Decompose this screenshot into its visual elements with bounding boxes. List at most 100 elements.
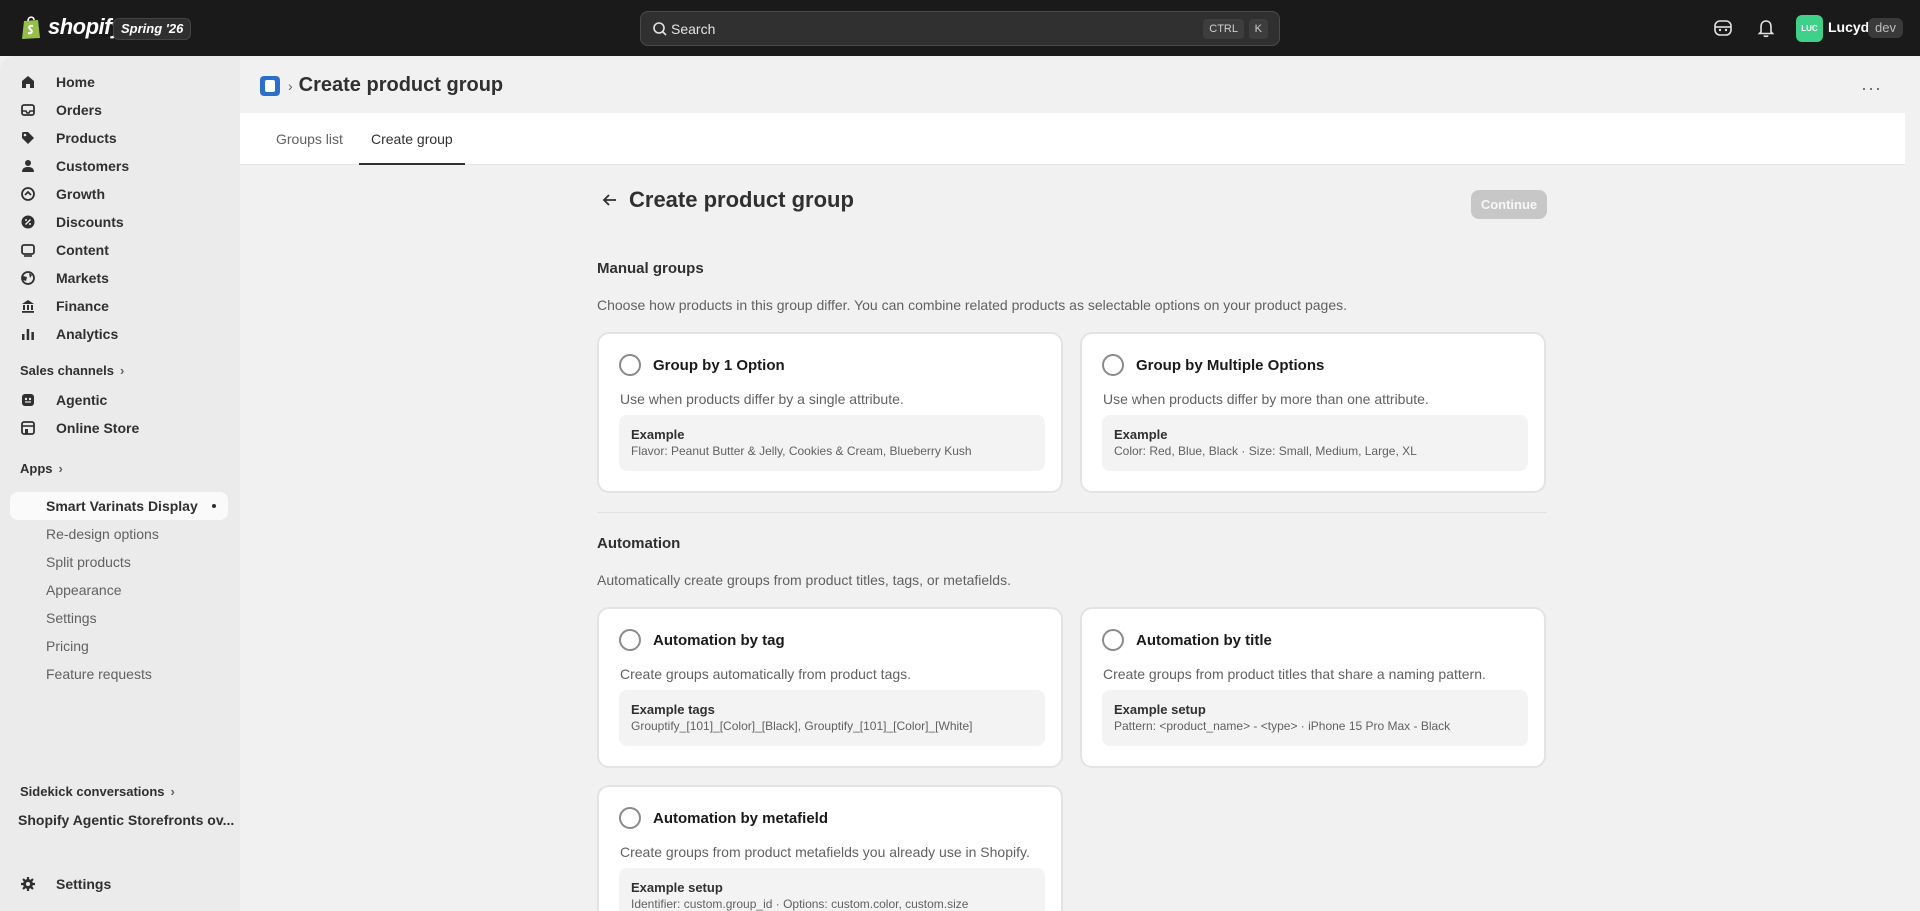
sidebar-item-home[interactable]: Home <box>10 68 228 96</box>
person-icon <box>22 160 34 172</box>
sidebar-app-label: Settings <box>46 610 97 626</box>
back-arrow-icon[interactable] <box>601 191 619 209</box>
main-area: › Create product group ··· Groups list C… <box>240 56 1920 911</box>
sidebar-app-label: Smart Varinats Display <box>46 498 198 514</box>
bell-icon[interactable] <box>1755 17 1777 39</box>
radio-button[interactable] <box>619 354 641 376</box>
radio-button[interactable] <box>619 629 641 651</box>
example-box: Example Color: Red, Blue, Black · Size: … <box>1102 415 1528 471</box>
option-card-automation-by-metafield[interactable]: Automation by metafield Create groups fr… <box>597 785 1063 911</box>
sidebar-app-split-products[interactable]: Split products <box>10 548 228 576</box>
sidebar-item-settings[interactable]: Settings <box>10 870 228 898</box>
home-icon <box>22 76 34 88</box>
globe-icon <box>21 271 35 285</box>
user-name[interactable]: Lucyd <box>1828 19 1869 35</box>
sidebar-item-markets[interactable]: Markets <box>10 264 228 292</box>
sidebar-item-label: Growth <box>56 186 105 202</box>
radio-button[interactable] <box>1102 354 1124 376</box>
example-title: Example setup <box>631 880 723 895</box>
sidebar-item-analytics[interactable]: Analytics <box>10 320 228 348</box>
option-card-automation-by-tag[interactable]: Automation by tag Create groups automati… <box>597 607 1063 768</box>
search-icon <box>653 22 667 36</box>
avatar[interactable]: LUC <box>1796 15 1823 42</box>
inbox-icon <box>21 104 35 116</box>
example-box: Example tags Grouptify_[101]_[Color]_[Bl… <box>619 690 1045 746</box>
sidebar-item-online-store[interactable]: Online Store <box>10 414 228 442</box>
apps-header[interactable]: Apps › <box>20 461 63 476</box>
sidebar-app-feature-requests[interactable]: Feature requests <box>10 660 228 688</box>
option-card-group-by-multiple-options[interactable]: Group by Multiple Options Use when produ… <box>1080 332 1546 493</box>
active-indicator <box>212 504 216 508</box>
chevron-right-icon: › <box>288 77 293 94</box>
shopify-logo[interactable]: shopify <box>20 14 123 40</box>
automation-title: Automation <box>597 535 681 552</box>
card-title: Automation by metafield <box>653 810 829 827</box>
shortcut-k-key: K <box>1248 19 1268 39</box>
store-icon <box>21 421 35 435</box>
sidekick-conversations-label: Sidekick conversations <box>20 784 165 799</box>
shortcut-ctrl-key: CTRL <box>1203 19 1244 39</box>
agentic-icon <box>22 394 34 406</box>
card-description: Create groups from product titles that s… <box>1103 666 1486 682</box>
example-box: Example setup Pattern: <product_name> - … <box>1102 690 1528 746</box>
sidebar-item-agentic[interactable]: Agentic <box>10 386 228 414</box>
tab-create-group[interactable]: Create group <box>359 113 465 165</box>
sidebar-app-appearance[interactable]: Appearance <box>10 576 228 604</box>
chevron-right-icon: › <box>119 363 125 378</box>
card-description: Use when products differ by a single att… <box>620 391 904 407</box>
sidebar-app-label: Appearance <box>46 582 122 598</box>
sidebar-item-label: Online Store <box>56 420 140 436</box>
continue-button[interactable]: Continue <box>1471 190 1547 219</box>
sidebar-item-finance[interactable]: Finance <box>10 292 228 320</box>
sidebar-item-label: Finance <box>56 298 109 314</box>
section-divider <box>597 512 1547 513</box>
tag-icon <box>22 132 34 144</box>
tab-groups-list[interactable]: Groups list <box>264 113 355 165</box>
sidebar-item-label: Home <box>56 74 95 90</box>
sidebar-item-growth[interactable]: Growth <box>10 180 228 208</box>
bank-icon <box>22 300 34 313</box>
sidebar-app-label: Pricing <box>46 638 89 654</box>
card-title: Automation by tag <box>653 632 785 649</box>
card-title: Automation by title <box>1136 632 1272 649</box>
content-title: Create product group <box>629 187 854 212</box>
sidebar-app-smart-variants[interactable]: Smart Varinats Display <box>10 492 228 520</box>
chevron-right-icon: › <box>170 784 175 799</box>
sidebar-item-label: Discounts <box>56 214 124 230</box>
sidebar-item-label: Markets <box>56 270 109 286</box>
example-title: Example setup <box>1114 702 1206 717</box>
radio-button[interactable] <box>1102 629 1124 651</box>
sidebar-item-discounts[interactable]: Discounts <box>10 208 228 236</box>
page-header: Create product group Continue <box>597 166 1547 236</box>
sidekick-conversation-item[interactable]: Shopify Agentic Storefronts ov... <box>18 812 234 828</box>
search-bar[interactable]: Search CTRL K <box>640 11 1280 46</box>
more-actions-button[interactable]: ··· <box>1861 78 1882 99</box>
sales-channels-label: Sales channels <box>20 363 114 378</box>
manual-groups-description: Choose how products in this group differ… <box>597 297 1347 313</box>
sidebar-item-content[interactable]: Content <box>10 236 228 264</box>
sidekick-conversations-header[interactable]: Sidekick conversations › <box>20 784 175 799</box>
option-card-automation-by-title[interactable]: Automation by title Create groups from p… <box>1080 607 1546 768</box>
growth-icon <box>21 187 35 201</box>
sidekick-icon[interactable] <box>1712 17 1734 39</box>
sales-channels-header[interactable]: Sales channels › <box>20 363 124 378</box>
tabs-bar: Groups list Create group <box>240 113 1905 165</box>
sidebar-item-label: Content <box>56 242 109 258</box>
sidebar-app-pricing[interactable]: Pricing <box>10 632 228 660</box>
sidebar-item-customers[interactable]: Customers <box>10 152 228 180</box>
option-card-group-by-1-option[interactable]: Group by 1 Option Use when products diff… <box>597 332 1063 493</box>
logo-wordmark: shopify <box>48 14 123 39</box>
sidebar: Home Orders Products Customers Growth Di… <box>0 56 240 911</box>
search-input[interactable]: Search <box>671 21 715 37</box>
radio-button[interactable] <box>619 807 641 829</box>
sidebar-app-redesign-options[interactable]: Re-design options <box>10 520 228 548</box>
sidebar-app-label: Feature requests <box>46 666 152 682</box>
example-text: Grouptify_[101]_[Color]_[Black], Groupti… <box>631 719 973 733</box>
top-bar: shopify Spring '26 Search CTRL K LUC Luc… <box>0 0 1920 56</box>
sidebar-item-orders[interactable]: Orders <box>10 96 228 124</box>
sidebar-item-products[interactable]: Products <box>10 124 228 152</box>
sidebar-app-settings[interactable]: Settings <box>10 604 228 632</box>
app-logo-icon[interactable] <box>260 75 280 96</box>
apps-label: Apps <box>20 461 53 476</box>
edition-badge: Spring '26 <box>113 18 192 40</box>
